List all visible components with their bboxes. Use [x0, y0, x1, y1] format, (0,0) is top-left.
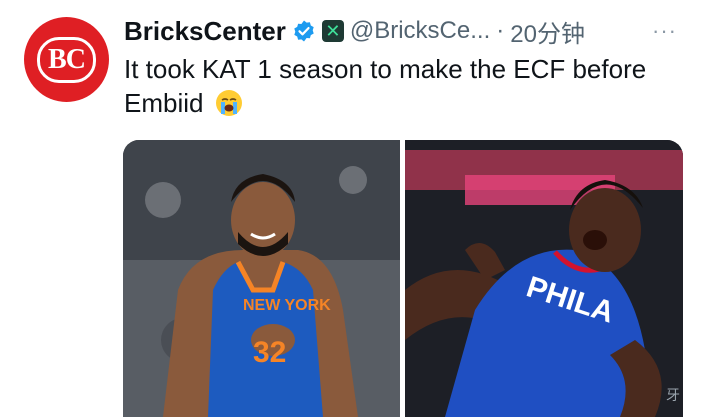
separator-dot: ·: [496, 17, 505, 44]
tweet-text: It took KAT 1 season to make the ECF bef…: [124, 52, 694, 120]
right-player-photo[interactable]: PHILA: [405, 140, 683, 417]
verified-icon: [292, 19, 316, 43]
avatar-monogram: BC: [37, 36, 96, 83]
author-display-name[interactable]: BricksCenter: [124, 16, 286, 47]
sixers-jersey-text: PHILA: [522, 270, 618, 329]
loudly-crying-face-icon: [215, 89, 243, 117]
tweet-media[interactable]: NEW YORK 32 PHILA: [123, 140, 683, 417]
left-player-photo[interactable]: NEW YORK 32: [123, 140, 400, 417]
author-avatar[interactable]: BC: [24, 17, 109, 102]
knicks-jersey-number: 32: [253, 336, 286, 369]
more-options-icon[interactable]: ···: [652, 18, 677, 44]
post-time[interactable]: 20分钟: [510, 14, 585, 49]
x-brand-icon: ✕: [321, 20, 344, 42]
tweet-text-body: It took KAT 1 season to make the ECF bef…: [124, 54, 647, 118]
author-handle[interactable]: @BricksCe...: [350, 17, 490, 45]
knicks-jersey-text-layer: NEW YORK 32: [243, 297, 331, 369]
watermark-text: 牙: [666, 387, 680, 403]
knicks-jersey-text: NEW YORK: [243, 297, 331, 314]
sixers-jersey-text-layer: PHILA: [522, 270, 618, 329]
tweet-header: BricksCenter ✕ @BricksCe... · 20分钟: [124, 14, 585, 48]
tweet-card: BC BricksCenter ✕ @BricksCe... · 20分钟 ··…: [0, 0, 706, 417]
